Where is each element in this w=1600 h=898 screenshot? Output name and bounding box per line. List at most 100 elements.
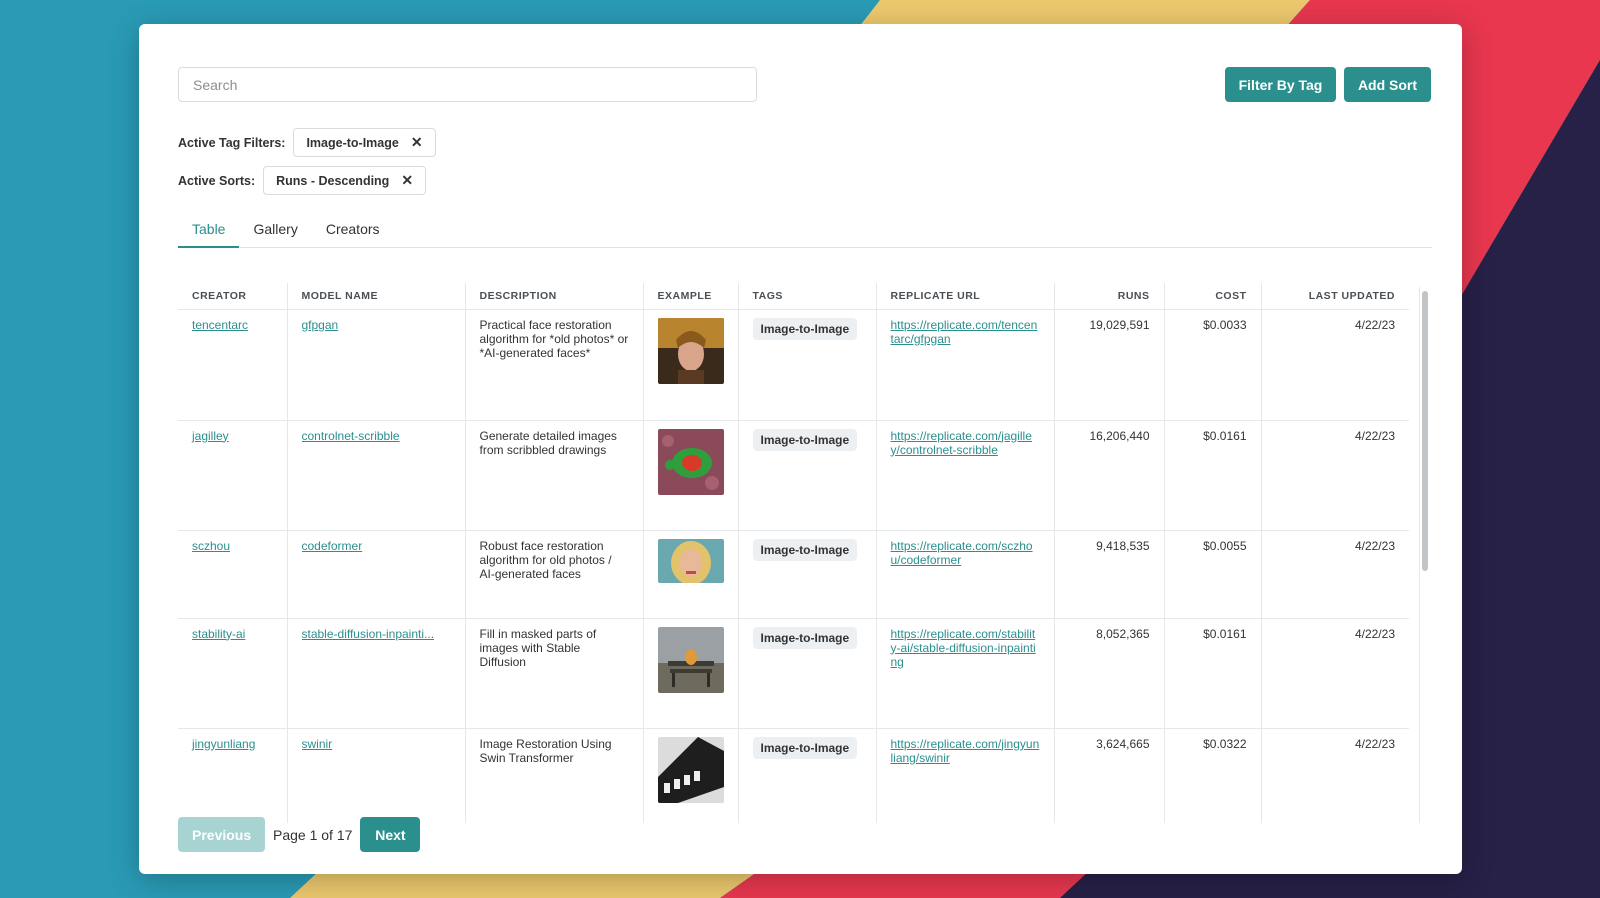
- replicate-url-link[interactable]: https://replicate.com/sczhou/codeformer: [891, 539, 1033, 567]
- creator-link[interactable]: tencentarc: [192, 318, 248, 332]
- remove-sort-close-icon[interactable]: ✕: [401, 172, 413, 189]
- runs-cell: 16,206,440: [1053, 420, 1164, 531]
- remove-tag-filter-close-icon[interactable]: ✕: [411, 134, 423, 151]
- example-cell: [642, 728, 738, 823]
- creator-cell: stability-ai: [178, 618, 287, 729]
- next-page-button[interactable]: Next: [360, 817, 421, 852]
- last-updated-cell: 4/22/23: [1260, 728, 1409, 823]
- model-name-link[interactable]: gfpgan: [302, 318, 451, 332]
- active-tag-filters-label: Active Tag Filters:: [178, 135, 286, 150]
- table-row: jingyunliang swinir Image Restoration Us…: [178, 728, 1409, 823]
- tab-gallery[interactable]: Gallery: [239, 220, 311, 248]
- active-sorts-label: Active Sorts:: [178, 173, 256, 188]
- cost-cell: $0.0322: [1163, 728, 1261, 823]
- view-tabs: Table Gallery Creators: [178, 220, 1432, 248]
- tab-creators[interactable]: Creators: [312, 220, 394, 248]
- table-row: tencentarc gfpgan Practical face restora…: [178, 309, 1409, 421]
- sort-chip-label: Runs - Descending: [276, 173, 390, 188]
- replicate-url-link[interactable]: https://replicate.com/jingyunliang/swini…: [891, 737, 1040, 765]
- example-image: [657, 317, 724, 384]
- tags-cell: Image-to-Image: [737, 530, 876, 619]
- column-header-cost[interactable]: COST: [1163, 283, 1261, 310]
- active-tag-filters: Active Tag Filters: Image-to-Image ✕: [178, 128, 436, 157]
- cost-cell: $0.0161: [1163, 420, 1261, 531]
- creator-cell: sczhou: [178, 530, 287, 619]
- add-sort-button[interactable]: Add Sort: [1344, 67, 1431, 102]
- cost-cell: $0.0055: [1163, 530, 1261, 619]
- model-name-link[interactable]: swinir: [302, 737, 451, 751]
- description-cell: Practical face restoration algorithm for…: [464, 309, 643, 421]
- page-indicator: Page 1 of 17: [273, 826, 353, 843]
- example-cell: [642, 530, 738, 619]
- tag-badge[interactable]: Image-to-Image: [752, 626, 858, 649]
- tag-badge[interactable]: Image-to-Image: [752, 736, 858, 759]
- last-updated-cell: 4/22/23: [1260, 530, 1409, 619]
- replicate-url-link[interactable]: https://replicate.com/tencentarc/gfpgan: [891, 318, 1038, 346]
- runs-cell: 9,418,535: [1053, 530, 1164, 619]
- replicate-url-link[interactable]: https://replicate.com/jagilley/controlne…: [891, 429, 1032, 457]
- column-header-last-updated[interactable]: LAST UPDATED: [1260, 283, 1409, 310]
- runs-cell: 8,052,365: [1053, 618, 1164, 729]
- column-header-tags[interactable]: TAGS: [737, 283, 876, 310]
- example-cell: [642, 618, 738, 729]
- url-cell: https://replicate.com/sczhou/codeformer: [875, 530, 1054, 619]
- tag-badge[interactable]: Image-to-Image: [752, 317, 858, 340]
- column-header-creator[interactable]: CREATOR: [178, 283, 287, 310]
- creator-link[interactable]: sczhou: [192, 539, 230, 553]
- runs-cell: 3,624,665: [1053, 728, 1164, 823]
- cost-cell: $0.0161: [1163, 618, 1261, 729]
- search-input[interactable]: [178, 67, 757, 102]
- model-name-cell: swinir: [286, 728, 465, 823]
- model-name-cell: codeformer: [286, 530, 465, 619]
- column-header-runs[interactable]: RUNS: [1053, 283, 1164, 310]
- column-header-model-name[interactable]: MODEL NAME: [286, 283, 465, 310]
- tag-filter-chip-label: Image-to-Image: [306, 135, 399, 150]
- example-image: [657, 736, 724, 803]
- sort-chip: Runs - Descending ✕: [263, 166, 427, 195]
- description-cell: Fill in masked parts of images with Stab…: [464, 618, 643, 729]
- table-scrollbar[interactable]: [1419, 287, 1428, 823]
- models-table-container: CREATOR MODEL NAME DESCRIPTION EXAMPLE T…: [178, 283, 1409, 823]
- last-updated-cell: 4/22/23: [1260, 618, 1409, 729]
- creator-cell: jingyunliang: [178, 728, 287, 823]
- description-cell: Robust face restoration algorithm for ol…: [464, 530, 643, 619]
- creator-cell: jagilley: [178, 420, 287, 531]
- creator-link[interactable]: jingyunliang: [192, 737, 255, 751]
- model-name-link[interactable]: codeformer: [302, 539, 451, 553]
- model-name-cell: stable-diffusion-inpainti...: [286, 618, 465, 729]
- example-image: [657, 428, 724, 495]
- table-row: stability-ai stable-diffusion-inpainti..…: [178, 618, 1409, 729]
- tags-cell: Image-to-Image: [737, 728, 876, 823]
- tag-badge[interactable]: Image-to-Image: [752, 538, 858, 561]
- tag-badge[interactable]: Image-to-Image: [752, 428, 858, 451]
- tags-cell: Image-to-Image: [737, 618, 876, 729]
- column-header-description[interactable]: DESCRIPTION: [464, 283, 643, 310]
- tag-filter-chip: Image-to-Image ✕: [293, 128, 436, 157]
- last-updated-cell: 4/22/23: [1260, 309, 1409, 421]
- url-cell: https://replicate.com/jingyunliang/swini…: [875, 728, 1054, 823]
- cost-cell: $0.0033: [1163, 309, 1261, 421]
- tags-cell: Image-to-Image: [737, 420, 876, 531]
- description-cell: Image Restoration Using Swin Transformer: [464, 728, 643, 823]
- table-row: jagilley controlnet-scribble Generate de…: [178, 420, 1409, 531]
- example-cell: [642, 420, 738, 531]
- models-table: CREATOR MODEL NAME DESCRIPTION EXAMPLE T…: [178, 283, 1409, 823]
- model-name-cell: controlnet-scribble: [286, 420, 465, 531]
- table-row: sczhou codeformer Robust face restoratio…: [178, 530, 1409, 619]
- column-header-example[interactable]: EXAMPLE: [642, 283, 738, 310]
- creator-link[interactable]: jagilley: [192, 429, 229, 443]
- url-cell: https://replicate.com/tencentarc/gfpgan: [875, 309, 1054, 421]
- main-card: Filter By Tag Add Sort Active Tag Filter…: [139, 24, 1462, 874]
- scrollbar-thumb[interactable]: [1422, 291, 1428, 571]
- last-updated-cell: 4/22/23: [1260, 420, 1409, 531]
- tab-table[interactable]: Table: [178, 220, 240, 248]
- replicate-url-link[interactable]: https://replicate.com/stability-ai/stabl…: [891, 627, 1036, 669]
- column-header-replicate-url[interactable]: REPLICATE URL: [875, 283, 1054, 310]
- model-name-link[interactable]: stable-diffusion-inpainti...: [302, 627, 451, 641]
- creator-link[interactable]: stability-ai: [192, 627, 245, 641]
- model-name-link[interactable]: controlnet-scribble: [302, 429, 451, 443]
- previous-page-button[interactable]: Previous: [178, 817, 265, 852]
- description-cell: Generate detailed images from scribbled …: [464, 420, 643, 531]
- creator-cell: tencentarc: [178, 309, 287, 421]
- filter-by-tag-button[interactable]: Filter By Tag: [1225, 67, 1336, 102]
